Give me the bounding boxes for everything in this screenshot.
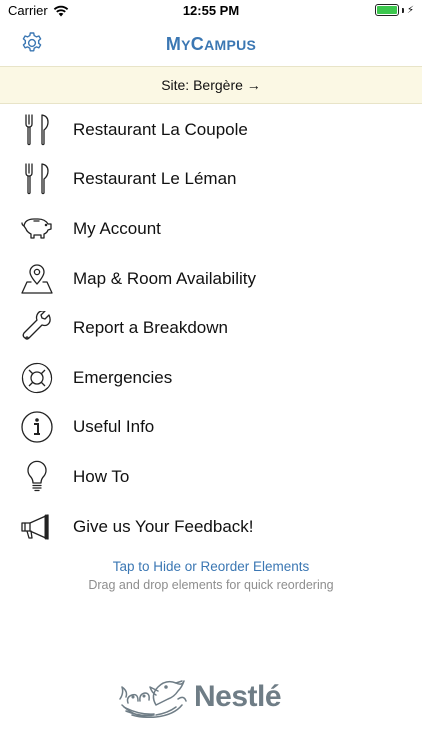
menu-item-label: Report a Breakdown [73, 318, 228, 338]
charging-bolt-icon: ⚡ [406, 4, 414, 16]
site-selector[interactable]: Site: Bergère → [0, 66, 422, 104]
title-ampus: AMPUS [204, 37, 257, 53]
menu-item-my-account[interactable]: My Account [0, 204, 422, 254]
title-c: C [190, 34, 205, 54]
info-icon [19, 409, 55, 445]
menu-item-useful-info[interactable]: Useful Info [0, 403, 422, 453]
menu-item-label: My Account [73, 218, 161, 238]
menu-item-label: Useful Info [73, 417, 155, 437]
nestle-logo: Nestlé [116, 668, 306, 726]
main-menu: Restaurant La Coupole Restaurant Le Léma… [0, 105, 422, 551]
menu-item-restaurant-le-leman[interactable]: Restaurant Le Léman [0, 155, 422, 205]
title-m: M [165, 34, 182, 54]
menu-item-label: Map & Room Availability [73, 268, 256, 288]
fork-knife-icon [19, 112, 55, 148]
site-selector-label: Site: Bergère → [161, 77, 261, 93]
battery-fill [376, 6, 397, 14]
title-y: Y [181, 37, 191, 53]
menu-item-feedback[interactable]: Give us Your Feedback! [0, 502, 422, 552]
menu-item-label: Give us Your Feedback! [73, 516, 254, 536]
page-title: MYCAMPUS [0, 34, 422, 55]
battery-icon [374, 4, 399, 16]
fork-knife-icon [19, 161, 55, 197]
map-pin-icon [19, 261, 55, 297]
reorder-hint-text: Drag and drop elements for quick reorder… [88, 578, 334, 592]
menu-item-map-room-availability[interactable]: Map & Room Availability [0, 254, 422, 304]
megaphone-icon [19, 509, 55, 545]
menu-item-label: Restaurant La Coupole [73, 119, 248, 139]
menu-item-how-to[interactable]: How To [0, 452, 422, 502]
wrench-icon [19, 310, 55, 346]
menu-item-label: Emergencies [73, 367, 173, 387]
menu-item-restaurant-la-coupole[interactable]: Restaurant La Coupole [0, 105, 422, 155]
menu-item-label: How To [73, 466, 130, 486]
battery-tip [401, 7, 404, 13]
menu-item-emergencies[interactable]: Emergencies [0, 353, 422, 403]
nav-bar: MYCAMPUS [0, 22, 422, 66]
status-time: 12:55 PM [182, 3, 240, 18]
menu-item-report-breakdown[interactable]: Report a Breakdown [0, 303, 422, 353]
status-bar: Carrier 12:55 PM ⚡ [0, 0, 422, 22]
reorder-elements-link[interactable]: Tap to Hide or Reorder Elements [0, 559, 422, 574]
lifebuoy-icon [19, 360, 55, 396]
lightbulb-icon [19, 459, 55, 495]
menu-item-label: Restaurant Le Léman [73, 169, 237, 189]
bird-nest-icon [119, 680, 187, 718]
nestle-wordmark: Nestlé [194, 680, 282, 713]
battery-indicator: ⚡ [374, 4, 414, 16]
piggy-bank-icon [19, 211, 55, 247]
